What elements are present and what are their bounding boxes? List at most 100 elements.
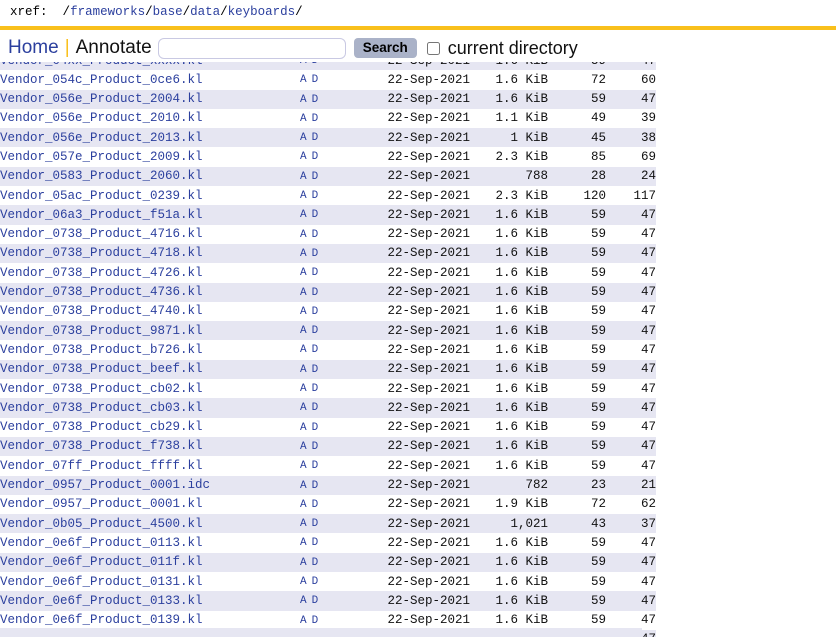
table-row[interactable]: Vendor_0738_Product_4740.kl A D 22-Sep-2021… — [0, 301, 656, 322]
table-row[interactable]: Vendor_0957_Product_0001.kl A D 22-Sep-2021… — [0, 494, 656, 515]
annotate-link[interactable]: A — [300, 557, 307, 569]
download-link[interactable]: D — [312, 248, 319, 260]
file-link[interactable]: Vendor_07ff_Product_ffff.kl — [0, 459, 203, 473]
annotate-link[interactable]: A — [300, 151, 307, 163]
table-row[interactable]: Vendor_0b05_Product_4500.kl A D 22-Sep-2021… — [0, 514, 656, 534]
download-link[interactable]: D — [312, 325, 319, 337]
file-link[interactable]: Vendor_056e_Product_2010.kl — [0, 111, 203, 125]
download-link[interactable]: D — [312, 229, 319, 241]
file-link[interactable]: Vendor_0e6f_Product_0113.kl — [0, 536, 203, 550]
file-link[interactable]: Vendor_0957_Product_0001.idc — [0, 478, 210, 492]
table-row[interactable]: Vendor_0738_Product_9871.kl A D 22-Sep-2021… — [0, 321, 656, 341]
annotate-link[interactable]: A — [300, 74, 307, 86]
annotate-link[interactable]: A — [300, 94, 307, 106]
download-link[interactable]: D — [312, 480, 319, 492]
table-row[interactable]: Vendor_0738_Product_beef.kl A D 22-Sep-2021… — [0, 359, 656, 380]
file-link[interactable]: Vendor_05ac_Product_0239.kl — [0, 189, 203, 203]
annotate-link[interactable]: A — [300, 248, 307, 260]
table-row[interactable]: Vendor_0957_Product_0001.idc A D 22-Sep-202… — [0, 475, 656, 495]
xref-segment-base[interactable]: base — [153, 5, 183, 19]
file-link[interactable]: Vendor_0738_Product_4716.kl — [0, 227, 203, 241]
annotate-link[interactable]: A — [300, 383, 307, 395]
table-row[interactable]: Vendor_0738_Product_cb03.kl A D 22-Sep-2021… — [0, 398, 656, 418]
annotate-link[interactable]: A — [300, 267, 307, 279]
table-row[interactable]: Vendor_04xx_Product_xxxx.klAD22-Sep-2021… — [0, 62, 656, 71]
table-row[interactable]: Vendor_0e6f_Product_011f.kl A D 22-Sep-2021… — [0, 552, 656, 573]
search-button[interactable]: Search — [353, 38, 417, 58]
annotate-link[interactable]: A — [300, 441, 307, 453]
table-row[interactable]: Vendor_0738_Product_4736.kl A D 22-Sep-2021… — [0, 282, 656, 302]
annotate-link[interactable]: A — [300, 229, 307, 241]
annotate-link[interactable]: A — [300, 402, 307, 414]
table-row[interactable]: Vendor_0738_Product_cb29.kl A D 22-Sep-2021… — [0, 417, 656, 437]
table-row[interactable]: Vendor_054c_Product_0ce6.kl A D 22-Sep-2021… — [0, 70, 656, 90]
file-link[interactable]: Vendor_0738_Product_cb02.kl — [0, 382, 203, 396]
download-link[interactable]: D — [312, 190, 319, 202]
table-row[interactable]: Vendor_0e6f_Product_0139.kl A D 22-Sep-2021… — [0, 610, 656, 630]
download-link[interactable]: D — [312, 595, 319, 607]
annotate-link[interactable]: A — [300, 518, 307, 530]
download-link[interactable]: D — [312, 132, 319, 144]
annotate-link[interactable]: A — [300, 171, 307, 183]
annotate-link[interactable]: A — [300, 190, 307, 202]
file-link[interactable]: Vendor_0738_Product_4740.kl — [0, 304, 203, 318]
download-link[interactable]: D — [312, 537, 319, 549]
download-link[interactable]: D — [312, 460, 319, 472]
annotate-link[interactable]: A — [300, 499, 307, 511]
table-row[interactable]: Vendor_0e6f_Product_0113.kl A D 22-Sep-2021… — [0, 533, 656, 553]
download-link[interactable]: D — [312, 576, 319, 588]
annotate-link[interactable]: A — [300, 537, 307, 549]
table-row[interactable]: Vendor_0738_Product_b726.kl A D 22-Sep-2021… — [0, 340, 656, 360]
download-link[interactable]: D — [312, 499, 319, 511]
annotate-link[interactable]: A — [300, 113, 307, 125]
table-row[interactable]: Vendor_057e_Product_2009.kl A D 22-Sep-2021… — [0, 147, 656, 167]
file-link[interactable]: Vendor_0738_Product_f738.kl — [0, 439, 203, 453]
file-link[interactable]: Vendor_0e6f_Product_0131.kl — [0, 575, 203, 589]
file-link[interactable]: Vendor_0738_Product_4726.kl — [0, 266, 203, 280]
table-row[interactable]: Vendor_0e6f_Product_0131.kl A D 22-Sep-2021… — [0, 572, 656, 592]
file-link[interactable]: Vendor_0b05_Product_4500.kl — [0, 517, 203, 531]
file-link[interactable]: Vendor_056e_Product_2004.kl — [0, 92, 203, 106]
download-link[interactable]: D — [312, 422, 319, 434]
download-link[interactable]: D — [312, 364, 319, 376]
annotate-link[interactable]: A — [300, 480, 307, 492]
download-link[interactable]: D — [312, 287, 319, 299]
file-link[interactable]: Vendor_0738_Product_beef.kl — [0, 362, 203, 376]
table-row[interactable]: Vendor_06a3_Product_f51a.kl A D 22-Sep-2021… — [0, 205, 656, 225]
file-link[interactable]: Vendor_054c_Product_0ce6.kl — [0, 73, 203, 87]
annotate-link[interactable]: A — [300, 132, 307, 144]
xref-segment-data[interactable]: data — [190, 5, 220, 19]
download-link[interactable]: D — [312, 344, 319, 356]
table-row[interactable]: Vendor_056e_Product_2004.kl A D 22-Sep-2021… — [0, 89, 656, 109]
file-link[interactable]: Vendor_0583_Product_2060.kl — [0, 169, 203, 183]
file-listing-container[interactable]: Vendor_04xx_Product_xxxx.klAD22-Sep-2021… — [0, 62, 836, 637]
download-link[interactable]: D — [312, 94, 319, 106]
download-link[interactable]: D — [312, 518, 319, 530]
table-row[interactable]: Vendor_05ac_Product_0239.kl A D 22-Sep-2021… — [0, 186, 656, 206]
xref-breadcrumb[interactable]: frameworks/base/data/keyboards/ — [70, 5, 303, 19]
download-link[interactable]: D — [312, 615, 319, 627]
file-link[interactable]: Vendor_0957_Product_0001.kl — [0, 497, 203, 511]
file-link[interactable]: Vendor_0e6f_Product_0133.kl — [0, 594, 203, 608]
download-link[interactable]: D — [312, 383, 319, 395]
file-link[interactable]: Vendor_0e6f_Product_011f.kl — [0, 555, 203, 569]
current-directory-checkbox[interactable] — [426, 41, 440, 55]
file-link[interactable]: Vendor_0738_Product_9871.kl — [0, 324, 203, 338]
xref-segment-frameworks[interactable]: frameworks — [70, 5, 145, 19]
annotate-link[interactable]: A — [300, 364, 307, 376]
annotate-link[interactable]: A — [300, 460, 307, 472]
search-input[interactable] — [157, 37, 346, 59]
annotate-link[interactable]: A — [300, 576, 307, 588]
annotate-link[interactable]: A — [300, 287, 307, 299]
download-link[interactable]: D — [312, 402, 319, 414]
annotate-link[interactable]: A — [300, 209, 307, 221]
file-link[interactable]: Vendor_0738_Product_4736.kl — [0, 285, 203, 299]
file-link[interactable]: Vendor_0e6f_Product_0139.kl — [0, 613, 203, 627]
table-row[interactable]: Vendor_0738_Product_4718.kl A D 22-Sep-2021… — [0, 243, 656, 264]
download-link[interactable]: D — [312, 267, 319, 279]
download-link[interactable]: D — [312, 151, 319, 163]
download-link[interactable]: D — [312, 441, 319, 453]
download-link[interactable]: D — [312, 74, 319, 86]
table-row[interactable]: Vendor_0738_Product_4726.kl A D 22-Sep-2021… — [0, 263, 656, 283]
file-link[interactable]: Vendor_0738_Product_4718.kl — [0, 246, 203, 260]
